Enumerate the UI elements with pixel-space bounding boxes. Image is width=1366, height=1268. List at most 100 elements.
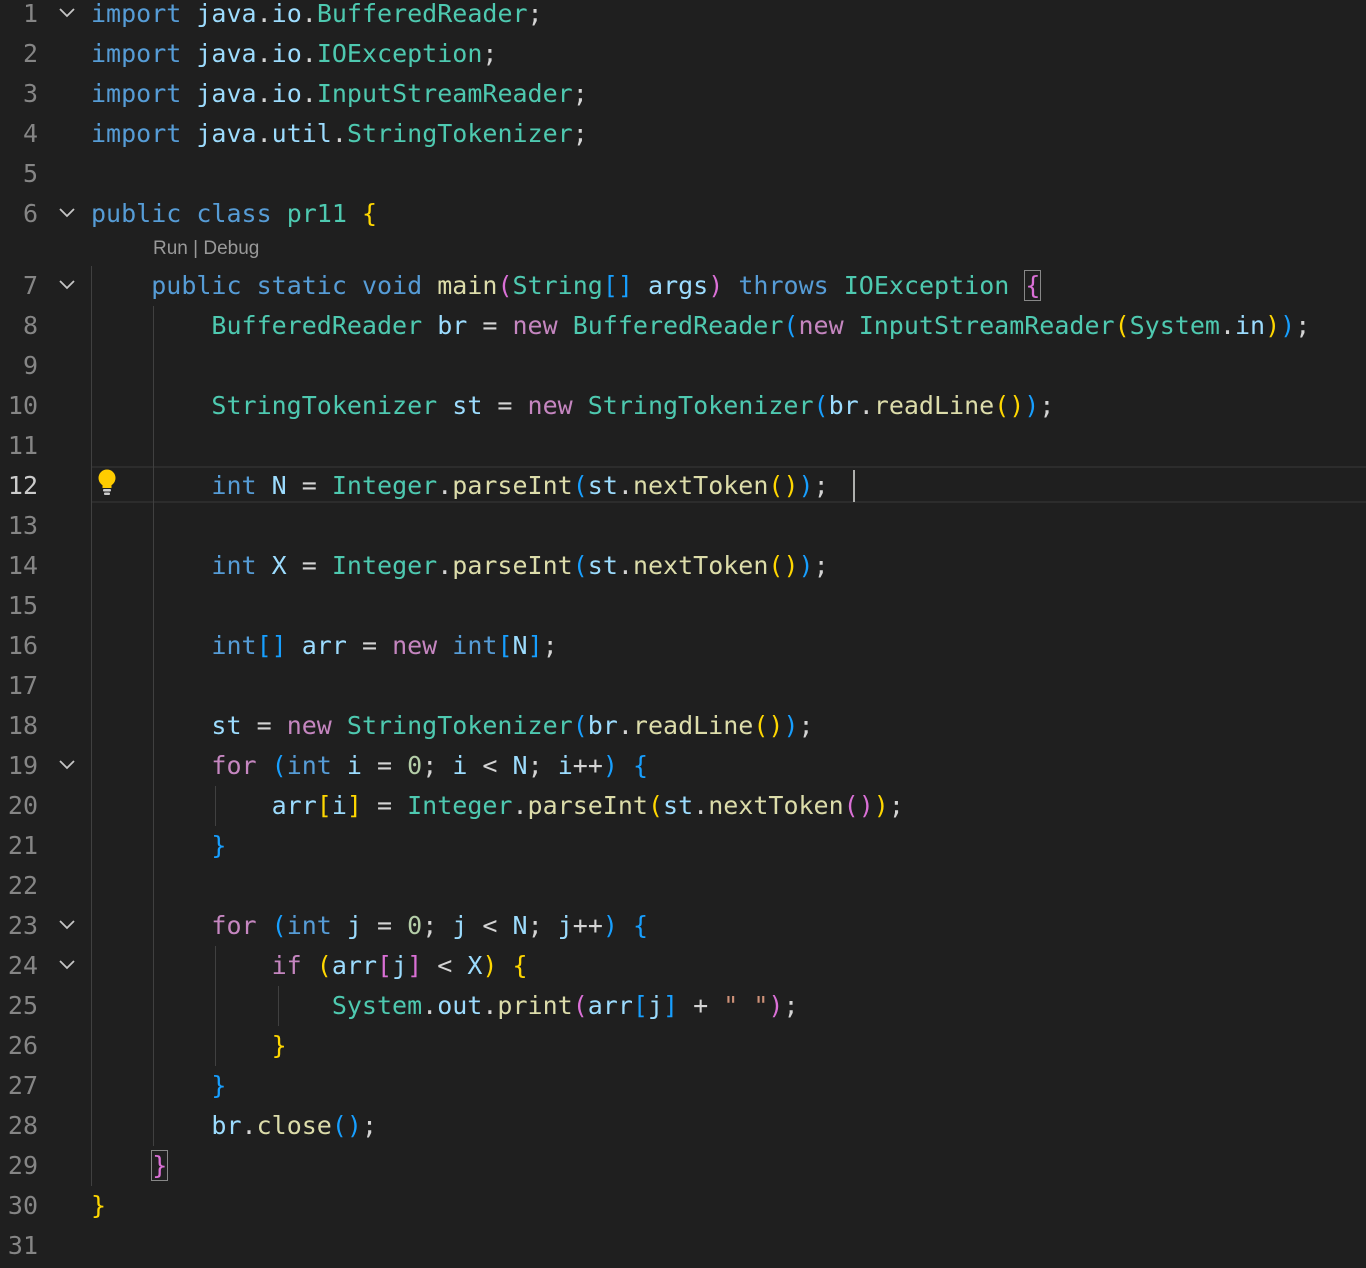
line-number: 10 <box>7 391 38 420</box>
fold-chevron-down-icon[interactable] <box>56 746 78 786</box>
code-line[interactable]: int N = Integer.parseInt(st.nextToken())… <box>91 466 829 506</box>
code-token: = <box>286 471 332 500</box>
code-token: i <box>346 751 362 780</box>
code-token: . <box>693 791 709 820</box>
code-token: = <box>361 751 408 780</box>
line-number: 28 <box>7 1111 38 1140</box>
code-line[interactable]: } <box>91 1186 106 1226</box>
fold-chevron-down-icon[interactable] <box>56 906 78 946</box>
code-token: . <box>437 551 453 580</box>
code-line[interactable]: } <box>91 1066 226 1106</box>
code-line[interactable]: System.out.print(arr[j] + " "); <box>91 986 799 1026</box>
line-number: 30 <box>7 1191 38 1220</box>
code-line[interactable]: } <box>91 826 226 866</box>
code-line[interactable]: for (int j = 0; j < N; j++) { <box>91 906 648 946</box>
code-line[interactable]: int X = Integer.parseInt(st.nextToken())… <box>91 546 828 586</box>
line-number: 16 <box>7 631 38 660</box>
fold-chevron-down-icon[interactable] <box>56 946 78 986</box>
code-token: ; <box>572 119 588 148</box>
code-token: InputStreamReader <box>316 79 573 108</box>
codelens-debug[interactable]: Debug <box>203 238 259 259</box>
code-token: ( <box>647 791 664 820</box>
code-token: public <box>151 271 242 300</box>
codelens-run-debug: Run | Debug <box>153 236 259 262</box>
code-line[interactable]: br.close(); <box>91 1106 377 1146</box>
code-token: nextToken <box>632 551 769 580</box>
code-line[interactable]: import java.io.IOException; <box>91 34 497 74</box>
line-number: 6 <box>22 199 38 228</box>
code-line[interactable]: import java.io.BufferedReader; <box>91 0 543 34</box>
code-line[interactable]: public static void main(String[] args) t… <box>91 266 1042 306</box>
code-token: Integer <box>331 551 438 580</box>
code-token: StringTokenizer <box>346 119 573 148</box>
code-line[interactable]: } <box>91 1146 169 1186</box>
code-line[interactable]: for (int i = 0; i < N; i++) { <box>91 746 648 786</box>
code-token: nextToken <box>632 471 769 500</box>
code-token: import <box>91 0 182 28</box>
line-number: 18 <box>7 711 38 740</box>
code-token: ; <box>422 751 453 780</box>
code-token: . <box>482 991 498 1020</box>
code-token: N <box>512 751 528 780</box>
codelens-run[interactable]: Run <box>153 238 188 259</box>
fold-chevron-down-icon[interactable] <box>56 194 78 234</box>
code-token: = <box>482 391 528 420</box>
code-editor[interactable]: 1 2 3 4 5 6 7 8 9 10 11 12 13 14 15 16 17 18 19 20 21 22 23 24 2… <box>0 0 1366 1268</box>
code-token: = <box>241 711 287 740</box>
code-token: ] <box>663 991 679 1020</box>
code-line[interactable]: int[] arr = new int[N]; <box>91 626 557 666</box>
code-token: public <box>91 199 182 228</box>
code-token: 0 <box>407 751 423 780</box>
code-token: java <box>196 39 257 68</box>
line-number: 9 <box>22 351 38 380</box>
code-line[interactable]: import java.util.StringTokenizer; <box>91 114 588 154</box>
line-number: 1 <box>22 0 38 28</box>
code-line[interactable]: } <box>91 1026 287 1066</box>
code-line[interactable]: BufferedReader br = new BufferedReader(n… <box>91 306 1310 346</box>
code-token: arr <box>587 991 633 1020</box>
code-token: throws <box>738 271 829 300</box>
code-line[interactable]: st = new StringTokenizer(br.readLine()); <box>91 706 813 746</box>
code-line[interactable]: arr[i] = Integer.parseInt(st.nextToken()… <box>91 786 904 826</box>
fold-chevron-down-icon[interactable] <box>56 0 78 34</box>
line-number: 22 <box>7 871 38 900</box>
code-token: import <box>91 39 182 68</box>
code-line[interactable]: public class pr11 { <box>91 194 377 234</box>
code-token: { <box>633 911 649 940</box>
code-token: . <box>301 79 317 108</box>
code-token: () <box>768 551 799 580</box>
code-token: N <box>512 631 528 660</box>
code-token: ( <box>271 911 287 940</box>
lightbulb-icon[interactable] <box>96 468 118 504</box>
code-line[interactable]: StringTokenizer st = new StringTokenizer… <box>91 386 1054 426</box>
code-token: . <box>437 471 453 500</box>
code-token: ] <box>527 631 543 660</box>
code-token: . <box>617 711 633 740</box>
code-token: import <box>91 119 182 148</box>
code-token: [] <box>602 271 633 300</box>
line-number: 7 <box>22 271 38 300</box>
code-token: static <box>256 271 347 300</box>
code-line[interactable]: import java.io.InputStreamReader; <box>91 74 588 114</box>
code-token: ; <box>813 471 829 500</box>
code-token: import <box>91 79 182 108</box>
code-line[interactable]: if (arr[j] < X) { <box>91 946 528 986</box>
code-token: + <box>678 991 724 1020</box>
code-token: readLine <box>873 391 995 420</box>
code-token: [ <box>316 791 332 820</box>
fold-chevron-down-icon[interactable] <box>56 266 78 306</box>
code-token: int <box>452 631 498 660</box>
